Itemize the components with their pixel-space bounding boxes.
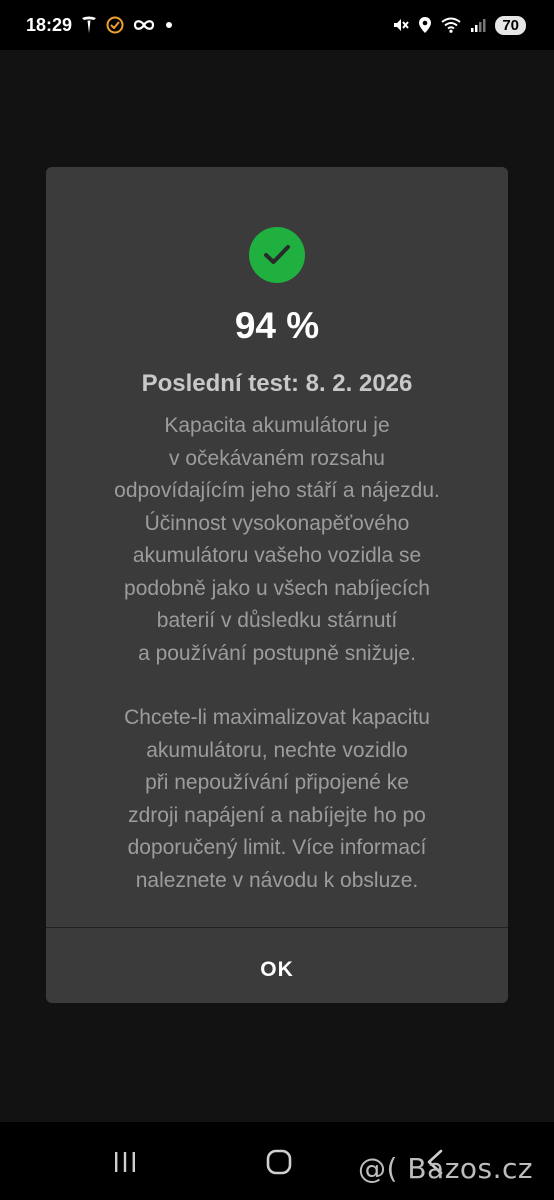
capacity-description: Kapacita akumulátoru je v očekávaném roz… <box>66 410 488 670</box>
battery-level: 70 <box>495 15 526 35</box>
description-line: baterií v důsledku stárnutí <box>156 609 398 632</box>
capacity-percent: 94 % <box>234 305 320 346</box>
description-line: podobně jako u všech nabíjecích <box>124 576 430 600</box>
description-line: akumulátoru vašeho vozidla se <box>132 544 422 567</box>
ok-button-label: OK <box>260 958 294 981</box>
maximize-capacity-tip: Chcete-li maximalizovat kapacitu akumulá… <box>66 702 488 897</box>
vibrate-mute-icon <box>391 16 410 34</box>
tip-line: při nepoužívání připojené ke <box>145 771 409 794</box>
battery-capacity-dialog: 94 % Poslední test: 8. 2. 2026 Kapacita … <box>46 167 508 1003</box>
location-icon <box>418 16 432 34</box>
notification-icon <box>106 16 124 34</box>
last-test-date: Poslední test: 8. 2. 2026 <box>141 370 413 397</box>
wifi-icon <box>441 17 461 33</box>
clock: 18:29 <box>26 14 73 35</box>
home-icon[interactable] <box>254 1142 304 1182</box>
check-circle-icon <box>249 227 305 283</box>
tip-line: doporučený limit. Více informací <box>127 836 427 859</box>
description-line: Kapacita akumulátoru je <box>164 414 390 437</box>
tip-line: naleznete v návodu k obsluze. <box>135 868 419 892</box>
status-bar: 18:29 70 <box>0 0 554 50</box>
description-line: odpovídajícím jeho stáří a nájezdu. <box>114 479 440 502</box>
tip-line: zdroji napájení a nabíjejte ho po <box>128 803 426 827</box>
description-line: v očekávaném rozsahu <box>169 446 385 470</box>
ok-button[interactable]: OK <box>46 928 508 1003</box>
infinity-icon <box>133 18 155 32</box>
tesla-logo-icon <box>81 16 97 34</box>
tip-line: Chcete-li maximalizovat kapacitu <box>124 706 430 729</box>
tip-line: akumulátoru, nechte vozidlo <box>146 738 408 762</box>
signal-icon <box>470 17 486 33</box>
description-line: a používání postupně snižuje. <box>138 641 416 665</box>
recent-apps-icon[interactable] <box>100 1142 150 1182</box>
description-line: Účinnost vysokonapěťového <box>144 511 410 535</box>
dot-icon <box>164 20 174 30</box>
watermark: @( Bazos.cz <box>358 1152 534 1185</box>
